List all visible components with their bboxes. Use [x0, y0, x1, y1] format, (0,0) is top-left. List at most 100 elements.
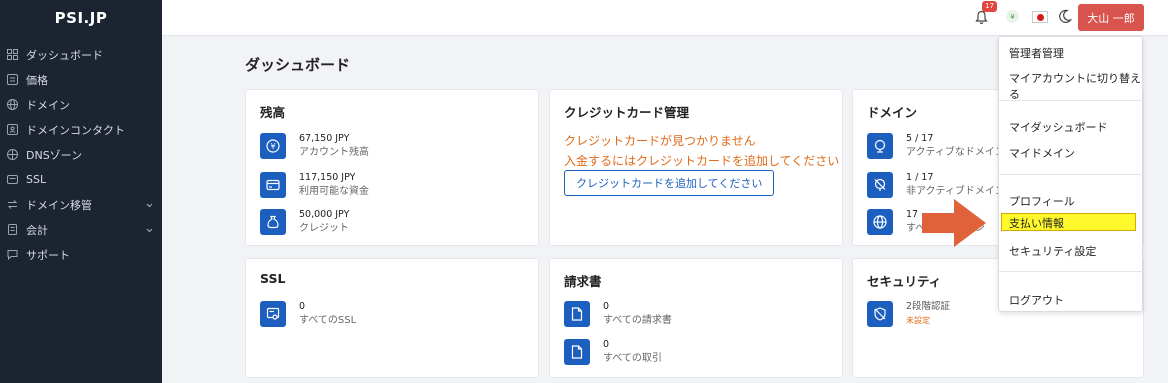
shield-off-icon — [867, 301, 893, 327]
invoice-card: 請求書 0 すべての請求書 0 すべての取引 — [549, 258, 843, 378]
sidebar-item-domain-contact[interactable]: ドメインコンタクト — [0, 117, 162, 142]
document-icon — [564, 339, 590, 365]
sidebar-item-label: ドメイン移管 — [26, 198, 92, 212]
globe-off-icon — [867, 172, 893, 198]
sidebar-item-label: SSL — [26, 173, 47, 186]
transfer-icon — [6, 199, 18, 211]
menu-item-security-settings[interactable]: セキュリティ設定 — [1009, 243, 1096, 259]
stat-value: 1 / 17 — [906, 172, 934, 183]
stat-value: 117,150 JPY — [299, 172, 356, 183]
card-title: ドメイン — [867, 105, 918, 120]
chevron-down-icon — [146, 199, 153, 212]
stat-label: クレジット — [299, 223, 349, 234]
sidebar-item-label: DNSゾーン — [26, 148, 83, 162]
money-bag-icon — [260, 209, 286, 235]
globe-icon — [6, 99, 18, 111]
menu-item-switch-account[interactable]: マイアカウントに切り替える — [1009, 70, 1142, 102]
menu-divider — [999, 100, 1144, 101]
support-icon — [6, 249, 18, 261]
sidebar-item-dns-zone[interactable]: DNSゾーン — [0, 142, 162, 167]
menu-item-logout[interactable]: ログアウト — [1009, 292, 1064, 308]
stat-account-balance: ¥ 67,150 JPY アカウント残高 — [260, 132, 369, 160]
menu-item-admin-management[interactable]: 管理者管理 — [1009, 45, 1064, 61]
stat-all-transactions: 0 すべての取引 — [564, 338, 662, 366]
sidebar-item-label: 会計 — [26, 223, 48, 237]
document-icon — [564, 301, 590, 327]
sidebar-item-domain-transfer[interactable]: ドメイン移管 — [0, 192, 162, 217]
sidebar-nav: ダッシュボード 価格 ドメイン ドメインコンタクト DNSゾーン SSL ドメイ… — [0, 42, 162, 267]
dashboard-icon — [6, 49, 18, 61]
sidebar-item-accounting[interactable]: 会計 — [0, 217, 162, 242]
card-title: クレジットカード管理 — [564, 105, 690, 120]
menu-item-profile[interactable]: プロフィール — [1009, 193, 1075, 209]
stat-label: アカウント残高 — [299, 147, 369, 158]
sidebar-item-label: サポート — [26, 248, 70, 262]
stat-label: すべてのSSL — [299, 315, 357, 326]
stat-value: 50,000 JPY — [299, 209, 350, 220]
moon-icon[interactable] — [1058, 9, 1073, 27]
menu-item-label: 支払い情報 — [1009, 217, 1064, 230]
contact-icon — [6, 124, 18, 136]
sidebar: PSI.JP ダッシュボード 価格 ドメイン ドメインコンタクト DNSゾーン … — [0, 0, 162, 383]
sidebar-item-support[interactable]: サポート — [0, 242, 162, 267]
stat-credit: 50,000 JPY クレジット — [260, 208, 349, 236]
globe-icon — [867, 133, 893, 159]
sidebar-item-ssl[interactable]: SSL — [0, 167, 162, 192]
stat-value: 0 — [299, 301, 306, 312]
card-title: SSL — [260, 271, 286, 286]
sidebar-item-dashboard[interactable]: ダッシュボード — [0, 42, 162, 67]
sidebar-item-price[interactable]: 価格 — [0, 67, 162, 92]
yen-circle-icon: ¥ — [260, 133, 286, 159]
card-title: 請求書 — [564, 274, 602, 289]
sidebar-item-label: ダッシュボード — [26, 48, 103, 62]
stat-value: 0 — [603, 339, 610, 350]
user-menu-button[interactable]: 大山 一郎 — [1078, 4, 1144, 31]
pointer-arrow-icon — [922, 199, 986, 247]
credit-card-hint: 入金するにはクレジットカードを追加してください — [564, 154, 840, 168]
stat-active-domains: 5 / 17 アクティブなドメイン — [867, 132, 1005, 160]
dns-icon — [6, 149, 18, 161]
certificate-icon — [260, 301, 286, 327]
menu-divider — [999, 174, 1144, 175]
credit-card-warning: クレジットカードが見つかりません — [564, 134, 756, 148]
menu-item-my-domain[interactable]: マイドメイン — [1009, 145, 1075, 161]
stat-label: 利用可能な資金 — [299, 186, 369, 197]
globe-icon — [867, 209, 893, 235]
user-dropdown-menu: 管理者管理 マイアカウントに切り替える マイダッシュボード マイドメイン プロフ… — [998, 36, 1144, 312]
brand-logo[interactable]: PSI.JP — [0, 0, 162, 36]
stat-label: アクティブなドメイン — [906, 147, 1005, 158]
stat-value: 67,150 JPY — [299, 133, 350, 144]
stat-value: 5 / 17 — [906, 133, 934, 144]
menu-divider — [999, 271, 1144, 272]
balance-card: 残高 ¥ 67,150 JPY アカウント残高 117,150 JPY 利用可能な資… — [245, 89, 539, 246]
card-title: 残高 — [260, 105, 286, 120]
sidebar-item-domain[interactable]: ドメイン — [0, 92, 162, 117]
stat-two-factor: 2段階認証未設定 — [867, 300, 950, 328]
wallet-icon — [260, 172, 286, 198]
accounting-icon — [6, 224, 18, 236]
stat-label: すべての請求書 — [603, 315, 672, 326]
page-title: ダッシュボード — [245, 56, 351, 74]
chevron-down-icon — [146, 224, 153, 237]
price-icon — [6, 74, 18, 86]
card-title: セキュリティ — [867, 274, 942, 289]
menu-item-payment-info[interactable]: 支払い情報 — [1001, 213, 1136, 231]
sidebar-item-label: ドメインコンタクト — [26, 123, 125, 137]
stat-label: すべての取引 — [603, 353, 662, 364]
stat-all-invoices: 0 すべての請求書 — [564, 300, 672, 328]
credit-card-card: クレジットカード管理 クレジットカードが見つかりません 入金するにはクレジットカ… — [549, 89, 843, 246]
sidebar-item-label: 価格 — [26, 73, 48, 87]
sidebar-item-label: ドメイン — [26, 98, 70, 112]
stat-value: 2段階認証 — [906, 301, 951, 312]
bell-icon[interactable] — [975, 10, 988, 28]
ssl-icon — [6, 174, 18, 186]
japan-flag-icon[interactable] — [1032, 11, 1048, 23]
stat-available-funds: 117,150 JPY 利用可能な資金 — [260, 171, 369, 199]
stat-all-ssl: 0 すべてのSSL — [260, 300, 356, 328]
stat-value: 0 — [603, 301, 610, 312]
menu-item-my-dashboard[interactable]: マイダッシュボード — [1009, 119, 1108, 135]
status-badge: 未設定 — [906, 316, 930, 325]
currency-icon[interactable]: ¥ — [1006, 10, 1019, 23]
notification-badge: 17 — [982, 1, 997, 12]
add-credit-card-button[interactable]: クレジットカードを追加してください — [564, 170, 775, 196]
